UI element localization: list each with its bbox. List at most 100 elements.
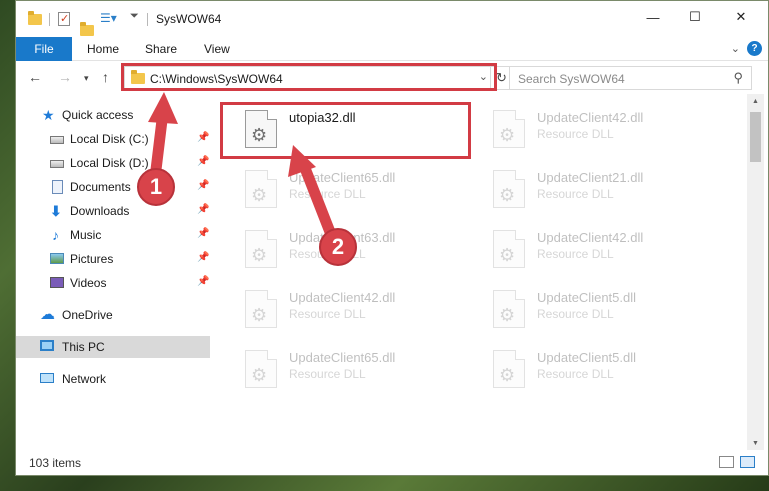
title-bar: ☰▾ ⏷ SysWOW64 — ☐ ✕ (16, 1, 768, 37)
vertical-scrollbar[interactable]: ▲ ▼ (747, 94, 764, 450)
drive-icon (50, 136, 64, 144)
gear-icon: ⚙ (499, 125, 516, 145)
dll-file-icon: ⚙ (245, 350, 277, 388)
maximize-button[interactable]: ☐ (672, 1, 718, 33)
search-icon[interactable]: ⚲ (733, 70, 743, 86)
back-arrow-icon[interactable]: ← (28, 69, 42, 85)
file-type: Resource DLL (537, 127, 614, 141)
customize-toolbar-icon[interactable]: ⏷ (130, 10, 139, 25)
file-tile[interactable]: ⚙ UpdateClient63.dll Resource DLL (237, 220, 477, 276)
document-icon (52, 180, 63, 194)
sidebar-item-local-disk-d[interactable]: Local Disk (D:) 📌 (16, 152, 210, 174)
tab-file[interactable]: File (16, 37, 72, 61)
sidebar-item-label: Pictures (70, 252, 114, 266)
network-icon (40, 373, 54, 383)
gear-icon: ⚙ (251, 185, 268, 205)
maximize-icon: ☐ (689, 9, 701, 24)
close-icon: ✕ (735, 9, 747, 24)
dll-file-icon: ⚙ (493, 230, 525, 268)
sidebar-item-local-disk-c[interactable]: Local Disk (C:) 📌 (16, 128, 210, 150)
file-name: UpdateClient5.dll (537, 350, 637, 365)
tab-view[interactable]: View (204, 42, 230, 56)
up-arrow-icon[interactable]: ↑ (102, 69, 109, 85)
minimize-icon: — (646, 9, 660, 25)
forward-arrow-icon[interactable]: → (58, 69, 72, 85)
file-type: Resource DLL (537, 367, 614, 381)
status-bar: 103 items (16, 450, 768, 475)
gear-icon: ⚙ (251, 305, 268, 325)
gear-icon: ⚙ (499, 185, 516, 205)
new-folder-icon[interactable] (80, 22, 94, 36)
dll-file-icon: ⚙ (245, 230, 277, 268)
file-tile[interactable]: ⚙ UpdateClient5.dll Resource DLL (485, 280, 725, 336)
sidebar-item-label: Network (62, 372, 107, 386)
divider (147, 13, 148, 26)
tab-home[interactable]: Home (87, 42, 119, 56)
file-tile[interactable]: ⚙ UpdateClient65.dll Resource DLL (237, 160, 477, 216)
sidebar-item-pictures[interactable]: Pictures 📌 (16, 248, 210, 270)
address-bar-highlight (121, 63, 497, 91)
sidebar-item-label: Documents (70, 180, 131, 194)
file-tile[interactable]: ⚙ UpdateClient5.dll Resource DLL (485, 340, 725, 396)
item-count: 103 items (29, 456, 82, 470)
scroll-up-icon[interactable]: ▲ (747, 94, 764, 108)
sidebar-item-label: OneDrive (62, 308, 113, 322)
details-view-icon[interactable] (719, 456, 734, 468)
properties-icon[interactable] (58, 12, 70, 26)
sidebar-item-label: This PC (62, 340, 105, 354)
close-button[interactable]: ✕ (718, 1, 764, 33)
tab-share[interactable]: Share (145, 42, 177, 56)
file-tile[interactable]: ⚙ UpdateClient42.dll Resource DLL (485, 220, 725, 276)
file-tile[interactable]: ⚙ UpdateClient21.dll Resource DLL (485, 160, 725, 216)
gear-icon: ⚙ (251, 245, 268, 265)
sidebar-item-downloads[interactable]: ⬇ Downloads 📌 (16, 200, 210, 222)
dll-file-icon: ⚙ (245, 290, 277, 328)
file-name: UpdateClient65.dll (289, 350, 396, 365)
pin-icon[interactable]: 📌 (197, 276, 209, 287)
file-tile[interactable]: ⚙ UpdateClient42.dll Resource DLL (237, 280, 477, 336)
star-icon: ★ (42, 107, 55, 123)
minimize-button[interactable]: — (630, 1, 676, 33)
sidebar-item-label: Local Disk (C:) (70, 132, 149, 146)
sidebar-item-this-pc[interactable]: This PC (16, 336, 210, 358)
dll-file-icon: ⚙ (493, 170, 525, 208)
file-tile[interactable]: ⚙ UpdateClient42.dll Resource DLL (485, 100, 725, 156)
pin-icon[interactable]: 📌 (197, 180, 209, 191)
file-type: Resource DLL (289, 367, 366, 381)
large-icons-view-icon[interactable] (740, 456, 755, 468)
pin-icon[interactable]: 📌 (197, 132, 209, 143)
file-name: UpdateClient42.dll (537, 230, 644, 245)
gear-icon: ⚙ (499, 365, 516, 385)
sidebar-item-music[interactable]: ♪ Music 📌 (16, 224, 210, 246)
expand-ribbon-icon[interactable]: ⌄ (731, 42, 740, 55)
file-name: UpdateClient65.dll (289, 170, 396, 185)
pin-icon[interactable]: 📌 (197, 228, 209, 239)
search-input[interactable]: Search SysWOW64 ⚲ (509, 66, 752, 90)
help-icon[interactable]: ? (747, 41, 762, 56)
dll-file-icon: ⚙ (493, 290, 525, 328)
sidebar-item-network[interactable]: Network (16, 368, 210, 390)
sidebar-item-documents[interactable]: Documents 📌 (16, 176, 210, 198)
quick-access-toolbar-icon[interactable]: ☰▾ (100, 11, 117, 26)
file-tile[interactable]: ⚙ UpdateClient65.dll Resource DLL (237, 340, 477, 396)
music-icon: ♪ (52, 227, 59, 243)
sidebar-item-quick-access[interactable]: ★ Quick access (16, 104, 210, 126)
scroll-down-icon[interactable]: ▼ (747, 436, 764, 450)
pin-icon[interactable]: 📌 (197, 156, 209, 167)
recent-locations-chevron-icon[interactable]: ▾ (84, 73, 89, 84)
sidebar-item-onedrive[interactable]: ☁ OneDrive (16, 304, 210, 326)
computer-icon (40, 340, 54, 351)
file-type: Resource DLL (537, 187, 614, 201)
file-type: Resource DLL (537, 307, 614, 321)
window-title: SysWOW64 (156, 12, 222, 26)
sidebar-item-videos[interactable]: Videos 📌 (16, 272, 210, 294)
ribbon-tabs: File Home Share View ⌄ ? (16, 37, 768, 61)
cloud-icon: ☁ (40, 306, 55, 323)
file-name: UpdateClient42.dll (537, 110, 644, 125)
drive-icon (50, 160, 64, 168)
dll-file-icon: ⚙ (493, 350, 525, 388)
pin-icon[interactable]: 📌 (197, 252, 209, 263)
dll-file-icon: ⚙ (493, 110, 525, 148)
scrollbar-thumb[interactable] (750, 112, 761, 162)
pin-icon[interactable]: 📌 (197, 204, 209, 215)
